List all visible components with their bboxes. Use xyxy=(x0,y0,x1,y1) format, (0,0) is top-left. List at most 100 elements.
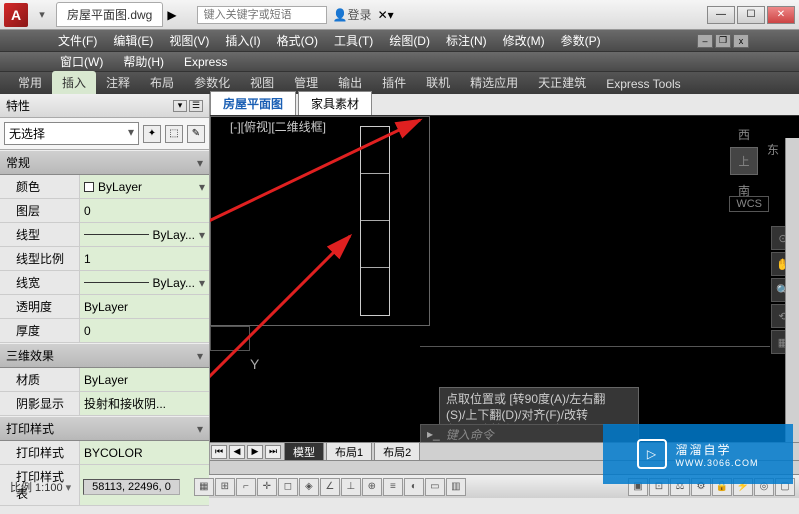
file-tab-floorplan[interactable]: 房屋平面图 xyxy=(210,91,296,115)
file-tab-furniture[interactable]: 家具素材 xyxy=(298,91,372,115)
filename-tab[interactable]: 房屋平面图.dwg xyxy=(56,2,163,27)
watermark-overlay: ▷ 溜溜自学 WWW.3066.COM xyxy=(603,424,793,484)
viewport[interactable]: [-][俯视][二维线框] Y 西 上 东 南 WCS ⊙ ✋ 🔍 ⟲ ▦ xyxy=(210,116,799,474)
layout-tab-model[interactable]: 模型 xyxy=(284,442,324,462)
property-value[interactable]: 0 xyxy=(80,199,209,222)
dyn-icon[interactable]: ⊕ xyxy=(362,478,382,496)
property-value[interactable]: BYCOLOR xyxy=(80,441,209,464)
polar-icon[interactable]: ✛ xyxy=(257,478,277,496)
layout-nav-prev[interactable]: ◀ xyxy=(229,445,245,459)
panel-close-icon[interactable]: ☰ xyxy=(189,100,203,112)
3dosnap-icon[interactable]: ◈ xyxy=(299,478,319,496)
property-group-header[interactable]: 三维效果 xyxy=(0,343,209,368)
osnap-icon[interactable]: ◻ xyxy=(278,478,298,496)
maximize-button[interactable]: ☐ xyxy=(737,6,765,24)
menu-express[interactable]: Express xyxy=(174,55,237,69)
property-value[interactable]: 投射和接收阴... xyxy=(80,392,209,415)
ribbon-tab-annotate[interactable]: 注释 xyxy=(96,71,140,94)
menu-view[interactable]: 视图(V) xyxy=(161,32,217,49)
menu-bar-2: 窗口(W) 帮助(H) Express xyxy=(0,52,799,72)
sc-icon[interactable]: ▥ xyxy=(446,478,466,496)
property-key: 阴影显示 xyxy=(0,392,80,415)
menu-format[interactable]: 格式(O) xyxy=(269,32,326,49)
property-value[interactable]: ByLayer xyxy=(80,295,209,318)
signin-label[interactable]: 登录 xyxy=(348,6,372,23)
wcs-label[interactable]: WCS xyxy=(729,196,769,212)
menu-help[interactable]: 帮助(H) xyxy=(113,53,174,70)
menu-parametric[interactable]: 参数(P) xyxy=(553,32,609,49)
property-value[interactable]: 1 xyxy=(80,247,209,270)
select-objects-button[interactable]: ⬚ xyxy=(165,125,183,143)
menu-insert[interactable]: 插入(I) xyxy=(217,32,268,49)
ribbon-tab-featured[interactable]: 精选应用 xyxy=(460,71,528,94)
property-row: 厚度0 xyxy=(0,319,209,343)
property-row: 颜色ByLayer xyxy=(0,175,209,199)
property-row: 打印样式BYCOLOR xyxy=(0,441,209,465)
ducs-icon[interactable]: ⊥ xyxy=(341,478,361,496)
selection-dropdown[interactable]: 无选择 xyxy=(4,122,139,145)
ribbon-tab-home[interactable]: 常用 xyxy=(8,71,52,94)
property-value[interactable]: ByLayer xyxy=(80,368,209,391)
property-key: 图层 xyxy=(0,199,80,222)
command-icon: ▸_ xyxy=(427,427,440,441)
menu-draw[interactable]: 绘图(D) xyxy=(381,32,438,49)
panel-options-icon[interactable]: ▾ xyxy=(173,100,187,112)
drawing-area: 房屋平面图 家具素材 [-][俯视][二维线框] Y 西 上 东 南 WCS ⊙… xyxy=(210,94,799,474)
menu-dimension[interactable]: 标注(N) xyxy=(438,32,495,49)
layout-nav-next[interactable]: ▶ xyxy=(247,445,263,459)
app-logo: A xyxy=(4,3,28,27)
property-value[interactable]: 0 xyxy=(80,319,209,342)
qat-icon[interactable]: ▾ xyxy=(32,5,52,25)
signin-icon[interactable]: 👤 xyxy=(333,8,348,22)
help-search-input[interactable] xyxy=(197,6,327,24)
exchange-icon[interactable]: ✕ xyxy=(378,8,388,22)
property-value[interactable]: ByLayer xyxy=(80,175,209,198)
ribbon-tab-online[interactable]: 联机 xyxy=(416,71,460,94)
ribbon-tab-insert[interactable]: 插入 xyxy=(52,71,96,94)
grid-icon[interactable]: ⊞ xyxy=(215,478,235,496)
help-dropdown-icon[interactable]: ▾ xyxy=(388,8,394,22)
search-icon[interactable]: ▶ xyxy=(167,8,176,22)
ortho-icon[interactable]: ⌐ xyxy=(236,478,256,496)
property-row: 线宽ByLay... xyxy=(0,271,209,295)
property-group-header[interactable]: 打印样式 xyxy=(0,416,209,441)
property-group-header[interactable]: 常规 xyxy=(0,150,209,175)
menu-modify[interactable]: 修改(M) xyxy=(495,32,553,49)
doc-close-button[interactable]: x xyxy=(733,34,749,48)
snap-mode-icon[interactable]: ▦ xyxy=(194,478,214,496)
prompt-line: (S)/上下翻(D)/对齐(F)/改转 xyxy=(446,408,632,424)
tpy-icon[interactable]: ◐ xyxy=(404,478,424,496)
vertical-scrollbar[interactable] xyxy=(785,138,799,442)
menu-window[interactable]: 窗口(W) xyxy=(50,53,113,70)
doc-restore-button[interactable]: ❐ xyxy=(715,34,731,48)
property-value[interactable]: ByLay... xyxy=(80,271,209,294)
menu-file[interactable]: 文件(F) xyxy=(50,32,105,49)
layout-nav-first[interactable]: ⏮ xyxy=(211,445,227,459)
scale-display[interactable]: 比例 1:100 xyxy=(4,479,77,495)
qp-icon[interactable]: ▭ xyxy=(425,478,445,496)
property-key: 线型比例 xyxy=(0,247,80,270)
otrack-icon[interactable]: ∠ xyxy=(320,478,340,496)
menu-edit[interactable]: 编辑(E) xyxy=(105,32,161,49)
quick-access-toolbar: ▾ xyxy=(32,5,52,25)
property-key: 线宽 xyxy=(0,271,80,294)
ribbon-tab-plugins[interactable]: 插件 xyxy=(372,71,416,94)
pickadd-button[interactable]: ✎ xyxy=(187,125,205,143)
menu-tools[interactable]: 工具(T) xyxy=(326,32,381,49)
lwt-icon[interactable]: ≡ xyxy=(383,478,403,496)
status-toggles: ▦ ⊞ ⌐ ✛ ◻ ◈ ∠ ⊥ ⊕ ≡ ◐ ▭ ▥ xyxy=(194,478,466,496)
coordinates-display[interactable]: 58113, 22496, 0 xyxy=(83,479,180,495)
layout-tab-layout2[interactable]: 布局2 xyxy=(374,442,420,462)
doc-minimize-button[interactable]: – xyxy=(697,34,713,48)
property-key: 透明度 xyxy=(0,295,80,318)
ribbon-tab-tangent[interactable]: 天正建筑 xyxy=(528,71,596,94)
view-cube[interactable]: 西 上 东 南 xyxy=(719,126,769,186)
minimize-button[interactable]: — xyxy=(707,6,735,24)
property-value[interactable]: ByLay... xyxy=(80,223,209,246)
close-button[interactable]: ✕ xyxy=(767,6,795,24)
ribbon-tab-layout[interactable]: 布局 xyxy=(140,71,184,94)
layout-tab-layout1[interactable]: 布局1 xyxy=(326,442,372,462)
ribbon-tab-express-tools[interactable]: Express Tools xyxy=(596,74,690,94)
quick-select-button[interactable]: ✦ xyxy=(143,125,161,143)
layout-nav-last[interactable]: ⏭ xyxy=(265,445,281,459)
